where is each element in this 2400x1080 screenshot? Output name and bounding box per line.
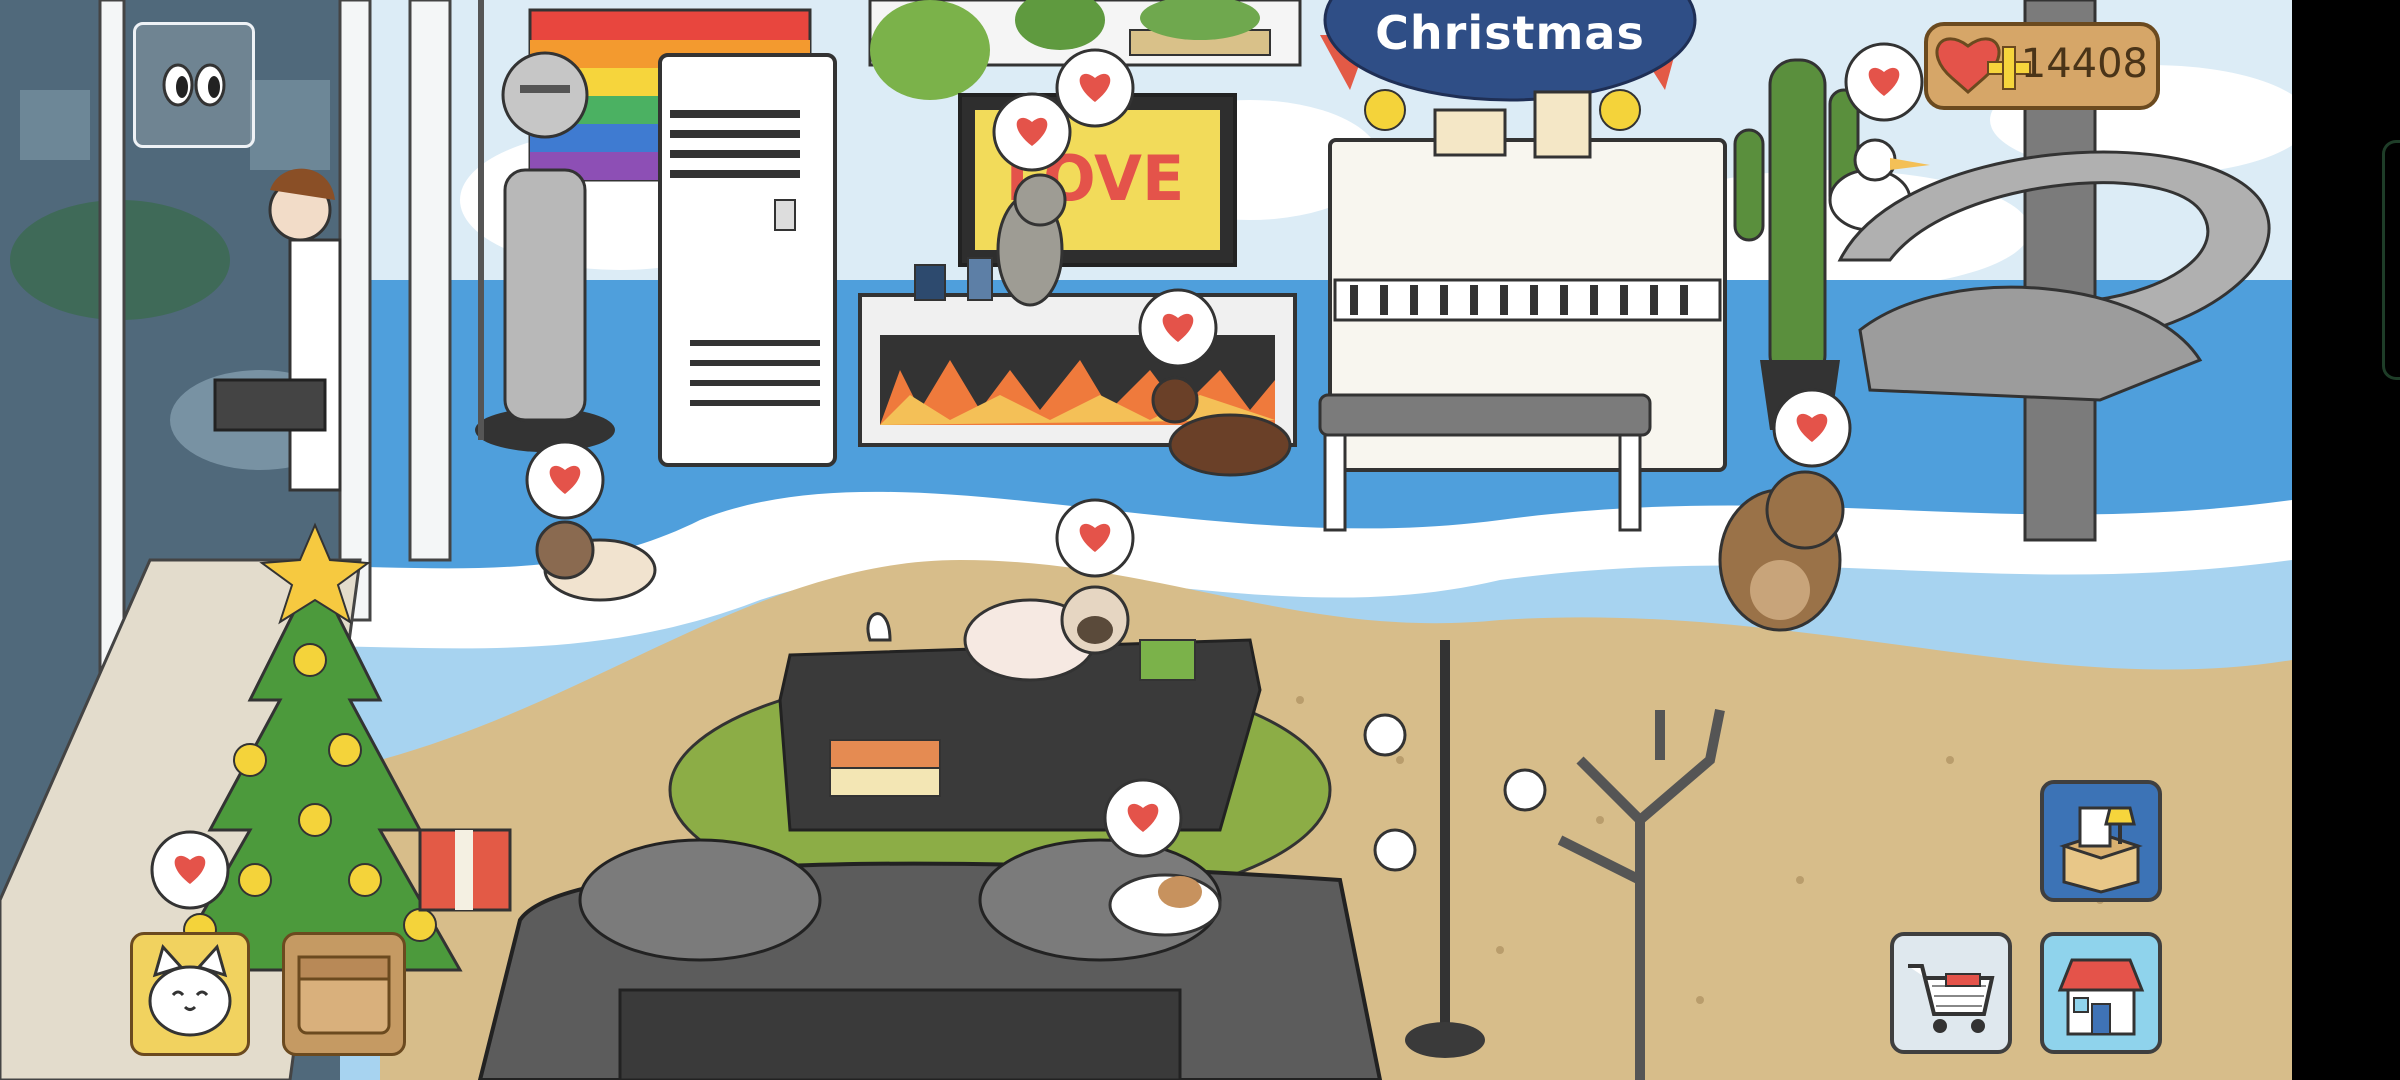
- home-button[interactable]: [2040, 932, 2162, 1054]
- heart-bubble[interactable]: [1772, 388, 1852, 468]
- heart-bubble[interactable]: [992, 92, 1072, 172]
- cat-face-icon: [148, 943, 232, 1037]
- gift-box[interactable]: [418, 828, 512, 912]
- heart-bubble[interactable]: [1844, 42, 1924, 122]
- house-icon: [2057, 958, 2145, 1036]
- heart-bubble[interactable]: [1055, 48, 1135, 128]
- cat-list-button[interactable]: [130, 932, 250, 1056]
- heart-bubble[interactable]: [1055, 498, 1135, 578]
- heart-count-value: 14408: [2020, 41, 2148, 87]
- event-banner-label: Christmas: [1375, 6, 1645, 60]
- window-frame-right: [338, 0, 372, 622]
- heart-bubble[interactable]: [525, 440, 605, 520]
- storage-box-icon: [297, 955, 391, 1035]
- inventory-button[interactable]: [282, 932, 406, 1056]
- grey-sofa[interactable]: [477, 838, 1383, 1080]
- shopping-cart-icon: [1908, 964, 1995, 1033]
- furniture-box-icon: [2059, 806, 2143, 894]
- calico-cat[interactable]: [1108, 873, 1222, 937]
- room-scene[interactable]: LOVE: [0, 0, 2292, 1080]
- shop-button[interactable]: [1890, 932, 2012, 1054]
- heart-bubble[interactable]: [1103, 778, 1183, 858]
- heart-counter[interactable]: 14408: [1922, 18, 2162, 114]
- side-panel-handle[interactable]: [2382, 140, 2400, 380]
- heart-bubble[interactable]: [1138, 288, 1218, 368]
- look-around-button[interactable]: [133, 22, 255, 148]
- game-scene[interactable]: LOVE Christmas 14408: [0, 0, 2292, 1080]
- eyes-icon: [162, 63, 226, 107]
- furniture-button[interactable]: [2040, 780, 2162, 902]
- door-frame: [408, 0, 452, 562]
- heart-bubble[interactable]: [150, 830, 230, 910]
- event-banner[interactable]: Christmas: [1325, 0, 1695, 70]
- air-conditioner[interactable]: [658, 53, 837, 467]
